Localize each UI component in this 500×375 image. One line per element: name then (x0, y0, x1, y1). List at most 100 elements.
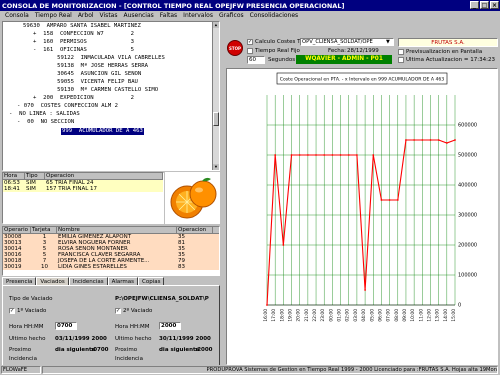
tree-item[interactable]: + 160 PERMISOS 3 (33, 39, 134, 46)
minimize-button[interactable]: _ (470, 1, 479, 9)
proximo1-label: Proximo (9, 347, 32, 353)
tree-item[interactable]: 59055 VICENTA FELIP BAU (47, 79, 138, 86)
status-left: FLOWaFE (1, 366, 41, 374)
col-operacion[interactable]: Operacion (45, 173, 163, 179)
calculo-checkbox[interactable]: ✓ (247, 39, 253, 45)
operarios-header: Operario Tarjeta Nombre Operacion (3, 227, 219, 234)
col-operario[interactable]: Operario (3, 227, 31, 233)
data-point (413, 139, 416, 141)
hora1-input[interactable]: 0700 (55, 322, 77, 330)
vaciados-panel: Tipo de Vaciado P:\OPEJFW\CLIENSA_SOLDAT… (2, 285, 220, 373)
hora2-label: Hora HH:MM (115, 324, 150, 330)
data-point (356, 154, 358, 156)
scroll-up-icon[interactable]: ▲ (213, 22, 219, 28)
segundos-spinner[interactable]: 60 (247, 56, 265, 64)
tipo-vaciado-label: Tipo de Vaciado (9, 296, 53, 302)
operarios-table: Operario Tarjeta Nombre Operacion 30008 … (2, 226, 220, 276)
data-point (274, 154, 277, 156)
y-tick-label: 200000 (458, 243, 477, 249)
data-point (290, 154, 293, 156)
scroll-down-icon[interactable]: ▼ (213, 164, 219, 170)
close-button[interactable]: × (490, 1, 499, 9)
tree-item[interactable]: 30645 ASUNCION GIL SENON (47, 71, 141, 78)
table-row[interactable]: 18:41 SIM 157 TRIA FINAL 17 (3, 186, 163, 192)
tiempo-real-label: Tiempo Real Fijo (255, 48, 300, 54)
vaciado-path: P:\OPEJFW\CLIENSA_SOLDAT\P (115, 296, 209, 302)
stop-button[interactable]: STOP (227, 40, 243, 56)
tree-item[interactable]: 59130 Mª CARMEN CASTELLO SIMO (47, 87, 158, 94)
data-point (380, 199, 383, 201)
data-point (282, 244, 285, 246)
cell-operario: 30019 (4, 264, 22, 270)
last-update-checkbox[interactable] (398, 57, 404, 63)
x-tick-label: 18:00 (279, 309, 285, 322)
cell-operacion: 157 TRIA FINAL 17 (46, 186, 98, 192)
col-nombre[interactable]: Nombre (57, 227, 177, 233)
menu-consolidaciones[interactable]: Consolidaciones (247, 12, 302, 19)
scroll-thumb[interactable] (213, 112, 219, 126)
menu-bar: Consola Tiempo Real Arbol Vistas Ausenci… (0, 11, 500, 20)
x-tick-label: 19:00 (288, 309, 294, 322)
line-chart: Coste Operacional en PTA. - x Intervalo … (263, 72, 477, 322)
tree-item-selected[interactable]: 999 ACUMULADOR DE A 463 (61, 128, 144, 135)
data-point (331, 154, 334, 156)
x-tick-label: 08:00 (394, 309, 400, 322)
menu-faltas[interactable]: Faltas (157, 12, 180, 19)
vaciado2-checkbox[interactable]: ✓ (115, 308, 121, 314)
tree-item[interactable]: - 00 NO SECCION (17, 119, 74, 126)
y-tick-label: 400000 (458, 183, 477, 189)
incidencia1-label: Incidencia (9, 356, 37, 362)
col-tipo[interactable]: Tipo (25, 173, 45, 179)
col-tarjeta[interactable]: Tarjeta (31, 227, 57, 233)
tree-item[interactable]: - NO LINEA : SALIDAS (9, 111, 80, 118)
menu-vistas[interactable]: Vistas (97, 12, 121, 19)
table-row[interactable]: 30019 10 LIDIA GINES ESTARELLES 83 (3, 264, 219, 270)
calculo-row: ✓ Calculo Costes TR (247, 39, 304, 45)
data-point (454, 139, 456, 141)
data-point (437, 139, 440, 141)
organization-tree[interactable]: 59630 AMPARO SANTA ISABEL MARTINEZ + 158… (2, 21, 220, 171)
menu-arbol[interactable]: Arbol (75, 12, 97, 19)
calculo-select[interactable]: OPV_CLIENSA_SOLDAT/OPE (300, 38, 394, 46)
hora2-input[interactable]: 2000 (159, 322, 181, 330)
x-tick-label: 21:00 (304, 309, 310, 322)
data-point (429, 139, 432, 141)
data-point (323, 154, 326, 156)
events-table: Hora Tipo Operacion 06:53 SIM 65 TRIA FI… (2, 172, 164, 224)
chevron-down-icon[interactable]: ▼ (386, 39, 390, 45)
tree-item[interactable]: 59138 Mª JOSE HERRAS SERRA (47, 63, 148, 70)
menu-intervalos[interactable]: Intervalos (180, 12, 216, 19)
tree-item[interactable]: + 200 EXPEDICION 2 (33, 95, 134, 102)
menu-consola[interactable]: Consola (2, 12, 32, 19)
data-point (388, 199, 391, 201)
vaciado1-checkbox[interactable]: ✓ (9, 308, 15, 314)
menu-graficos[interactable]: Graficos (216, 12, 247, 19)
fecha-label: Fecha: (328, 48, 346, 54)
x-tick-label: 07:00 (386, 309, 392, 322)
menu-ausencias[interactable]: Ausencias (120, 12, 156, 19)
cell-operacion: 83 (178, 264, 185, 270)
tree-item[interactable]: 59122 INMACULADA VILA CABRELLES (47, 55, 165, 62)
tiempo-real-row: Tiempo Real Fijo (247, 48, 300, 54)
y-tick-label: 300000 (458, 213, 477, 219)
preview-checkbox[interactable] (398, 49, 404, 55)
data-point (396, 199, 399, 201)
tree-item[interactable]: 59630 AMPARO SANTA ISABEL MARTINEZ (23, 23, 141, 30)
maximize-button[interactable]: □ (480, 1, 489, 9)
data-point (421, 139, 424, 141)
cell-nombre: LIDIA GINES ESTARELLES (58, 264, 127, 270)
proximo2-value: dia siguiente (159, 347, 200, 353)
tree-item[interactable]: + 158 CONFECCION W7 2 (33, 31, 134, 38)
tree-scrollbar[interactable]: ▲ ▼ (212, 22, 219, 170)
x-tick-label: 10:00 (410, 309, 416, 322)
menu-tiempo-real[interactable]: Tiempo Real (32, 12, 75, 19)
calculo-label: Calculo Costes TR (255, 39, 305, 45)
tree-item[interactable]: - 070 COSTES CONFECCION ALM 2 (17, 103, 118, 110)
data-point (364, 289, 366, 291)
col-operacion[interactable]: Operacion (177, 227, 213, 233)
ultimo1-label: Ultimo hecho (9, 336, 46, 342)
proximo2-label: Proximo (115, 347, 138, 353)
tree-item[interactable]: - 161 OFICINAS 5 (33, 47, 134, 54)
col-hora[interactable]: Hora (3, 173, 25, 179)
tiempo-real-checkbox[interactable] (247, 48, 253, 54)
